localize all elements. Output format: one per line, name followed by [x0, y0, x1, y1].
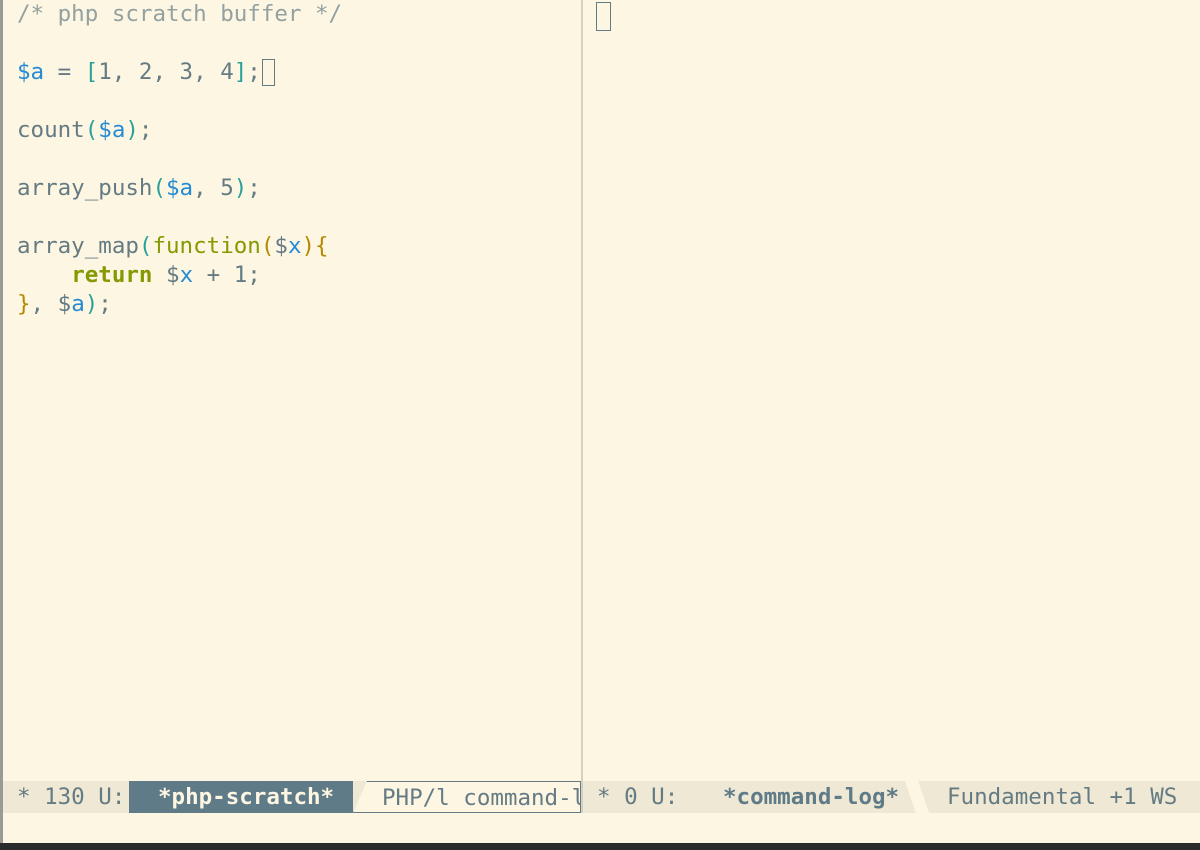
keyword-token: return: [71, 262, 153, 288]
modeline-major-mode[interactable]: PHP/l command-l: [353, 781, 581, 813]
brace-token: {: [315, 233, 329, 259]
paren-token: (: [152, 175, 167, 201]
code-line-7: array_push($a, 5);: [17, 174, 581, 203]
variable-token: x: [287, 233, 302, 259]
function-name-token: array_push: [17, 175, 153, 201]
function-name-token: array_map: [17, 233, 139, 259]
operator-token: =: [44, 59, 85, 85]
code-line-5: count($a);: [17, 116, 581, 145]
modeline-status: * 0 U:: [597, 784, 679, 810]
paren-token: (: [84, 117, 99, 143]
modeline-buffer-name[interactable]: *command-log*: [723, 781, 899, 813]
paren-token: ): [84, 291, 99, 317]
emacs-frame: /* php scratch buffer */ $a = [1, 2, 3, …: [0, 0, 1200, 850]
indent-token: [17, 262, 71, 288]
comma-token: ,: [30, 291, 58, 317]
modeline-major-mode[interactable]: Fundamental +1 WS: [947, 781, 1177, 813]
keyword-token: function: [152, 233, 261, 259]
variable-token: x: [179, 262, 194, 288]
code-comment: /* php scratch buffer */: [17, 1, 343, 27]
argument-token: , 5: [193, 175, 234, 201]
code-line-1: /* php scratch buffer */: [17, 0, 581, 29]
paren-token: (: [138, 233, 153, 259]
modeline-separator: [905, 781, 929, 813]
modeline-right[interactable]: * 0 U: *command-log* Fundamental +1 WS: [583, 781, 1200, 813]
php-scratch-window[interactable]: /* php scratch buffer */ $a = [1, 2, 3, …: [3, 0, 581, 780]
modeline-buffer-name[interactable]: *php-scratch*: [129, 781, 353, 813]
code-line-11: }, $a);: [17, 290, 581, 319]
dollar-token: $: [152, 262, 180, 288]
dollar-token: $: [57, 291, 72, 317]
text-cursor: [596, 2, 611, 31]
echo-area[interactable]: [3, 813, 1200, 843]
semicolon-token: ;: [138, 117, 153, 143]
paren-token: (: [260, 233, 275, 259]
variable-token: a: [71, 291, 85, 317]
function-name-token: count: [17, 117, 85, 143]
code-line-10: return $x + 1;: [17, 261, 581, 290]
brace-token: }: [17, 291, 31, 317]
bracket-token: ]: [233, 59, 248, 85]
paren-token: ): [125, 117, 139, 143]
number-list-token: 1, 2, 3, 4: [98, 59, 234, 85]
expression-token: + 1;: [193, 262, 261, 288]
frame-bottom-border: [0, 843, 1200, 850]
variable-token: $a: [17, 59, 45, 85]
code-line-9: array_map(function($x){: [17, 232, 581, 261]
paren-token: ): [301, 233, 316, 259]
modeline-left[interactable]: * 130 U: *php-scratch* PHP/l command-l: [3, 781, 581, 813]
php-scratch-buffer[interactable]: /* php scratch buffer */ $a = [1, 2, 3, …: [17, 0, 581, 319]
paren-token: ): [233, 175, 248, 201]
command-log-window[interactable]: [583, 0, 1200, 780]
bracket-token: [: [84, 59, 99, 85]
modeline-status: * 130 U:: [17, 784, 126, 810]
semicolon-token: ;: [247, 59, 261, 85]
dollar-token: $: [274, 233, 288, 259]
code-line-3: $a = [1, 2, 3, 4];: [17, 58, 581, 87]
variable-token: $a: [98, 117, 126, 143]
variable-token: $a: [166, 175, 194, 201]
semicolon-token: ;: [247, 175, 261, 201]
text-cursor: [261, 59, 275, 86]
semicolon-token: ;: [98, 291, 112, 317]
